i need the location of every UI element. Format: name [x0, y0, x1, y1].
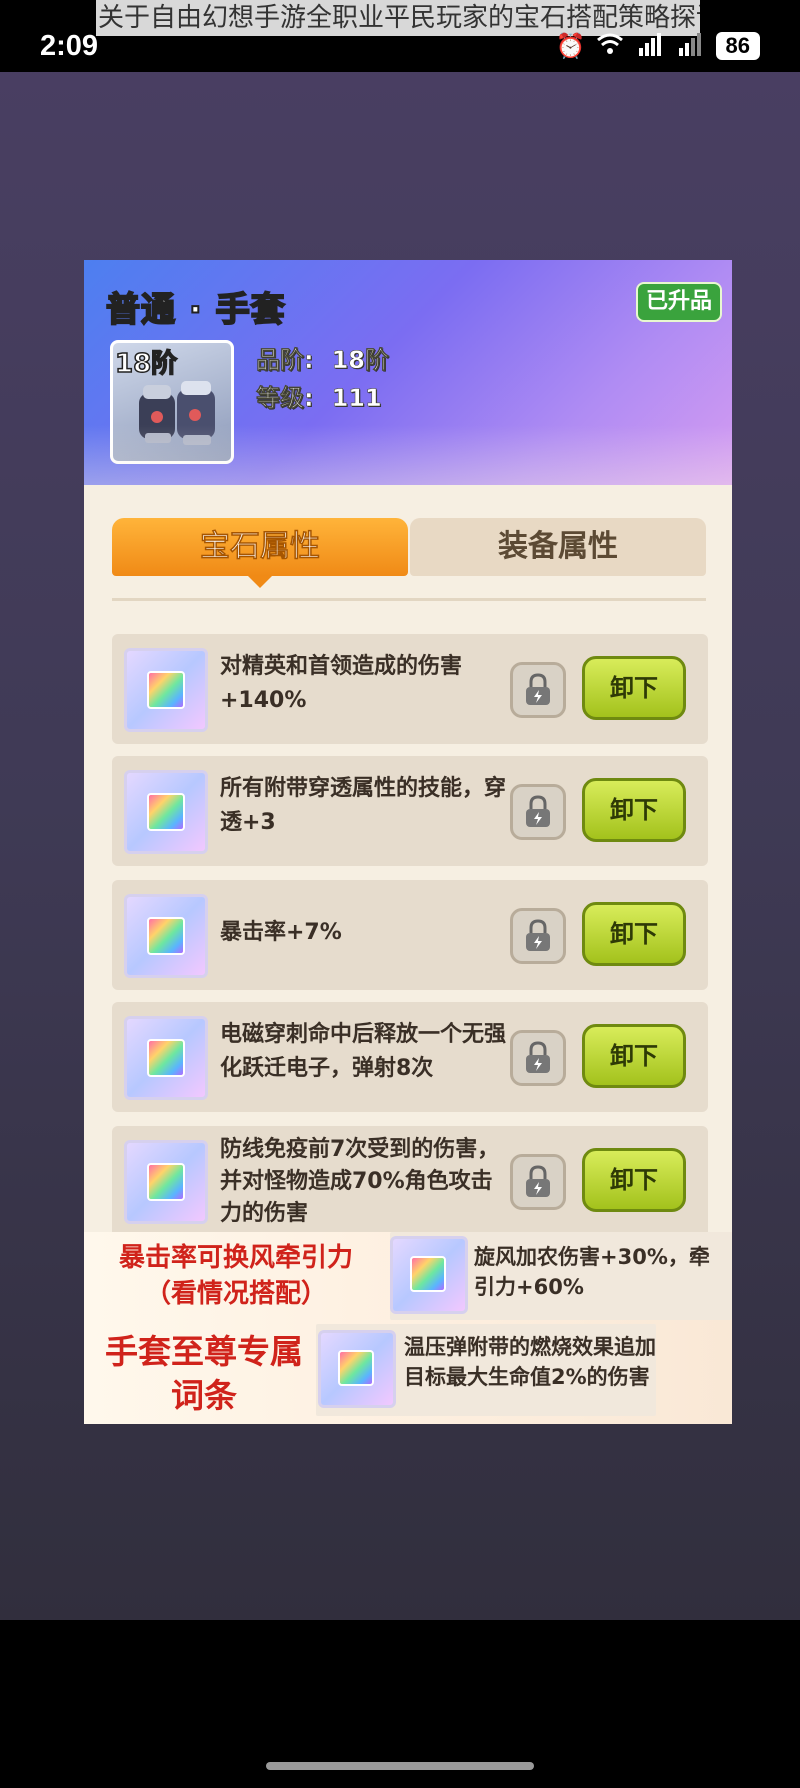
signal-5g-icon: [636, 32, 664, 60]
tier-label: 18阶: [114, 348, 178, 380]
note-exclusive-affix: 手套至尊专属词条: [105, 1332, 303, 1415]
gem-row: 对精英和首领造成的伤害+140% 卸下: [112, 634, 708, 744]
stat-level-value: 111: [331, 384, 382, 413]
gauntlet-image: [139, 381, 215, 445]
alt-gem-text: 旋风加农伤害+30%，牵引力+60%: [474, 1245, 710, 1299]
lock-button[interactable]: [510, 784, 566, 840]
card-header: 普通 · 手套 已升品 18阶 品阶: 18阶 等级: 111: [84, 260, 732, 485]
gem-row: 防线免疫前7次受到的伤害，并对怪物造成70%角色攻击力的伤害 卸下: [112, 1126, 708, 1246]
lock-icon: [526, 919, 550, 951]
lock-icon: [526, 795, 550, 827]
tab-equipment-attributes[interactable]: 装备属性: [410, 518, 706, 576]
unload-button[interactable]: 卸下: [582, 902, 686, 966]
gem-row: 暴击率+7% 卸下: [112, 880, 708, 990]
stat-level: 等级: 111: [256, 378, 382, 413]
gem-icon[interactable]: [124, 1016, 208, 1100]
wifi-icon: [596, 32, 624, 60]
exclusive-gem-text: 温压弹附带的燃烧效果追加目标最大生命值2%的伤害: [404, 1335, 656, 1389]
status-icons: ⏰ 86: [556, 32, 760, 60]
gem-effect-text: 所有附带穿透属性的技能，穿透+3: [220, 776, 507, 835]
lock-button[interactable]: [510, 1030, 566, 1086]
gem-effect-text: 电磁穿刺命中后释放一个无强化跃迁电子，弹射8次: [220, 1022, 507, 1081]
page-title: 关于自由幻想手游全职业平民玩家的宝石搭配策略探讨: [96, 0, 700, 36]
unload-button[interactable]: 卸下: [582, 1148, 686, 1212]
gem-icon[interactable]: [124, 648, 208, 732]
equipment-title: 普通 · 手套: [105, 289, 286, 331]
signal-icon: [676, 32, 704, 60]
unload-button[interactable]: 卸下: [582, 778, 686, 842]
note-crit-swap: 暴击率可换风牵引力（看情况搭配）: [118, 1243, 353, 1309]
unload-button[interactable]: 卸下: [582, 656, 686, 720]
lock-icon: [526, 673, 550, 705]
tab-bar: 宝石属性 装备属性: [112, 518, 706, 588]
gauntlet-icon[interactable]: 18阶: [110, 340, 234, 464]
exclusive-gem-icon: [318, 1330, 396, 1408]
gem-icon[interactable]: [124, 894, 208, 978]
battery-indicator: 86: [715, 32, 760, 60]
status-bar: 关于自由幻想手游全职业平民玩家的宝石搭配策略探讨 2:09 ⏰ 86: [0, 0, 800, 72]
lock-button[interactable]: [510, 908, 566, 964]
gem-effect-text: 暴击率+7%: [220, 920, 342, 945]
stat-grade: 品阶: 18阶: [256, 340, 390, 375]
upgraded-badge: 已升品: [636, 282, 722, 322]
stat-grade-value: 18阶: [331, 346, 390, 375]
stat-grade-label: 品阶:: [256, 346, 314, 375]
gem-effect-text: 防线免疫前7次受到的伤害，并对怪物造成70%角色攻击力的伤害: [220, 1137, 500, 1226]
unload-button[interactable]: 卸下: [582, 1024, 686, 1088]
home-indicator[interactable]: [266, 1762, 534, 1770]
alarm-icon: ⏰: [555, 32, 586, 60]
divider: [112, 598, 706, 601]
alt-gem-icon: [390, 1236, 468, 1314]
stat-level-label: 等级:: [256, 384, 314, 413]
lock-button[interactable]: [510, 662, 566, 718]
tab-gem-attributes[interactable]: 宝石属性: [112, 518, 408, 588]
annotation-overlay: 暴击率可换风牵引力（看情况搭配） 手套至尊专属词条 旋风加农伤害+30%，牵引力…: [84, 1232, 732, 1424]
gem-row: 电磁穿刺命中后释放一个无强化跃迁电子，弹射8次 卸下: [112, 1002, 708, 1112]
lock-button[interactable]: [510, 1154, 566, 1210]
gem-row: 所有附带穿透属性的技能，穿透+3 卸下: [112, 756, 708, 866]
lock-icon: [526, 1165, 550, 1197]
gem-icon[interactable]: [124, 1140, 208, 1224]
status-time: 2:09: [40, 30, 99, 62]
lock-icon: [526, 1041, 550, 1073]
gem-icon[interactable]: [124, 770, 208, 854]
equipment-card: 普通 · 手套 已升品 18阶 品阶: 18阶 等级: 111 宝石属性 装备属性: [84, 260, 732, 1424]
gem-effect-text: 对精英和首领造成的伤害+140%: [220, 654, 463, 713]
